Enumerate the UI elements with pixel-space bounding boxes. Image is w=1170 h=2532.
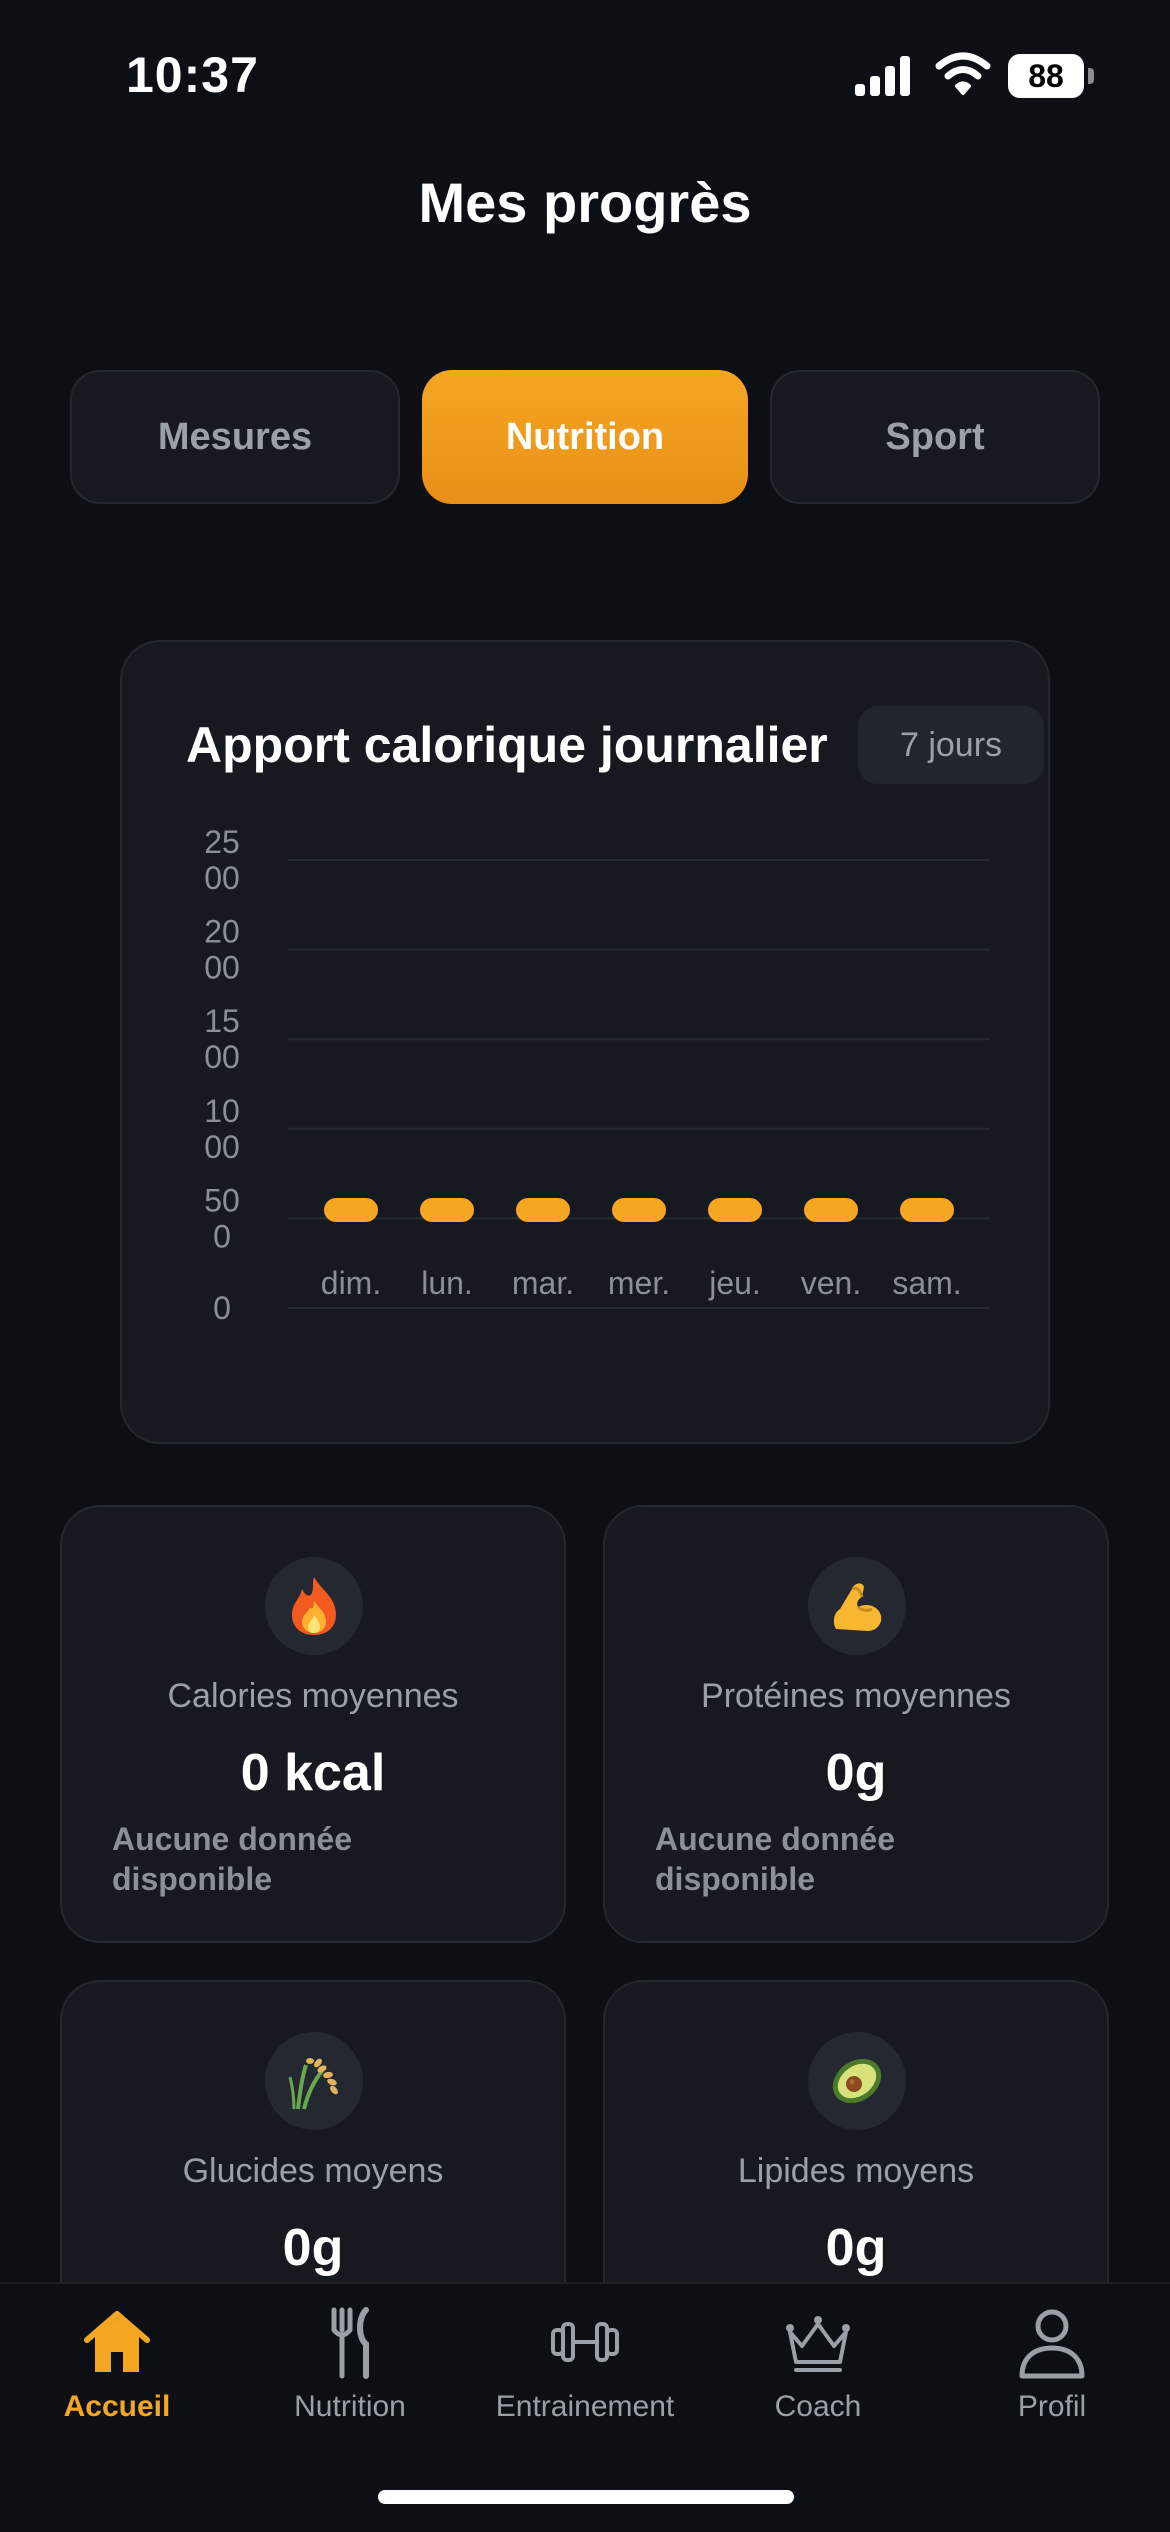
tab-mesures[interactable]: Mesures [70, 370, 400, 504]
chart-bar [324, 1198, 378, 1222]
nav-coach[interactable]: Coach [708, 2302, 928, 2442]
chart-bar [612, 1198, 666, 1222]
stat-note: Aucune donnée disponible [655, 1821, 896, 1897]
chart-bar [516, 1198, 570, 1222]
stat-value: 0g [825, 1744, 887, 1802]
fire-icon [292, 1577, 336, 1635]
chart-bar [708, 1198, 762, 1222]
nav-entrainement[interactable]: Entrainement [475, 2302, 695, 2442]
y-tick-label: 10 00 [204, 1093, 240, 1165]
calorie-chart-card: Apport calorique journalier 7 jours 0 50 0… [120, 640, 1050, 1444]
battery-level: 88 [1028, 58, 1064, 94]
tab-sport[interactable]: Sport [770, 370, 1100, 504]
stat-card-calories: Calories moyennes 0 kcal Aucune donnée d… [60, 1505, 566, 1943]
y-tick-label: 15 00 [204, 1003, 240, 1075]
nav-profil[interactable]: Profil [942, 2302, 1162, 2442]
stat-label: Glucides moyens [182, 2152, 444, 2190]
wifi-icon [935, 52, 991, 95]
nav-nutrition[interactable]: Nutrition [240, 2302, 460, 2442]
nav-label: Coach [774, 2390, 862, 2423]
nav-label: Entrainement [495, 2390, 675, 2423]
nav-label: Nutrition [294, 2390, 406, 2423]
page-title: Mes progrès [418, 171, 752, 234]
home-indicator [378, 2490, 794, 2504]
nav-label: Profil [1017, 2390, 1087, 2423]
x-tick-label: jeu. [708, 1265, 761, 1301]
chart-bar [420, 1198, 474, 1222]
x-tick-label: lun. [421, 1265, 473, 1301]
x-tick-label: sam. [892, 1265, 961, 1301]
chart-bar [900, 1198, 954, 1222]
stat-card-proteins: Protéines moyennes 0g Aucune donnée disp… [603, 1505, 1109, 1943]
x-tick-label: ven. [801, 1265, 861, 1301]
x-tick-label: mar. [512, 1265, 574, 1301]
stat-label: Calories moyennes [167, 1677, 459, 1715]
signal-icon [855, 56, 910, 96]
status-bar: 10:37 88 [0, 0, 1170, 150]
status-time: 10:37 [126, 47, 259, 103]
y-tick-label: 0 [213, 1290, 231, 1326]
nav-accueil[interactable]: Accueil [7, 2302, 227, 2442]
avocado-icon [832, 2058, 882, 2104]
stat-note: Aucune donnée disponible [112, 1821, 353, 1897]
calorie-bar-chart: 0 50 0 10 00 15 00 20 00 25 00 dim. lun. mar. mer. jeu.… [204, 824, 990, 1326]
muscle-icon [833, 1583, 882, 1631]
stat-value: 0 kcal [240, 1744, 386, 1802]
y-tick-label: 50 0 [204, 1182, 240, 1254]
fork-knife-icon [331, 2307, 369, 2379]
crown-icon [786, 2316, 850, 2372]
battery-icon: 88 [1008, 54, 1094, 98]
tab-nutrition[interactable]: Nutrition [422, 370, 748, 504]
dumbbell-icon [551, 2322, 619, 2362]
person-icon [1019, 2309, 1085, 2379]
x-tick-label: dim. [321, 1265, 381, 1301]
stat-value: 0g [282, 2219, 344, 2277]
home-icon [84, 2311, 150, 2372]
chart-bar [804, 1198, 858, 1222]
x-tick-label: mer. [608, 1265, 670, 1301]
stat-label: Protéines moyennes [701, 1677, 1011, 1715]
nav-label: Accueil [63, 2390, 171, 2423]
y-tick-label: 20 00 [204, 914, 240, 986]
stat-label: Lipides moyens [737, 2152, 975, 2190]
rice-icon [288, 2058, 338, 2110]
y-tick-label: 25 00 [204, 824, 240, 896]
stat-value: 0g [825, 2219, 887, 2277]
